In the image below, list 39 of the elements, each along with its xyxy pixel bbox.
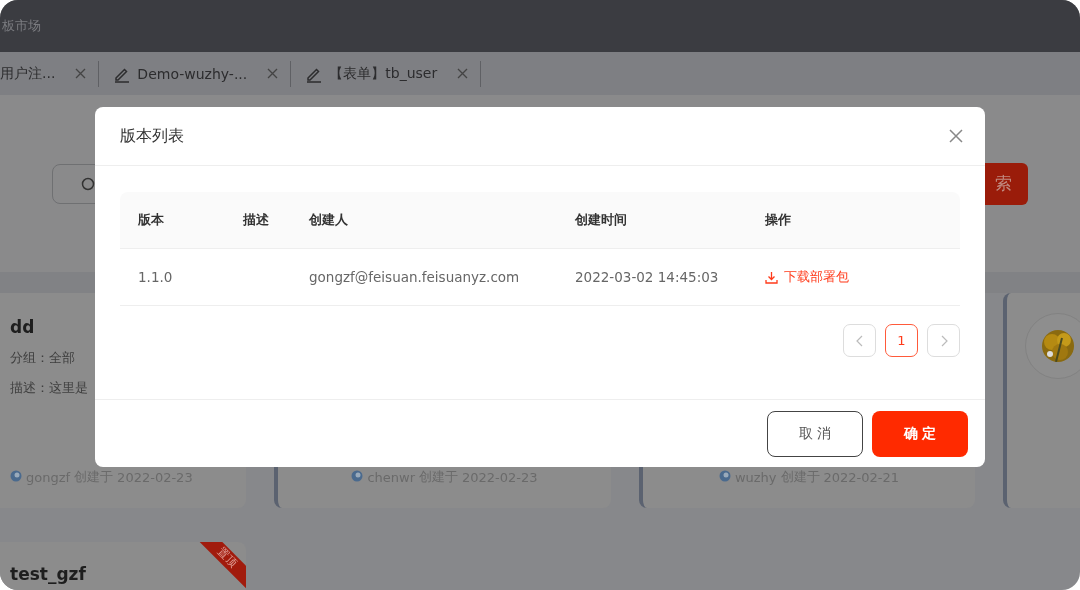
editor-tab[interactable]: Demo-wuzhy-... [99, 60, 292, 87]
table-cell: 2022-03-02 14:45:03 [557, 249, 747, 306]
table-cell: gongzf@feisuan.feisuanyz.com [291, 249, 557, 306]
column-header: 版本 [120, 192, 225, 249]
chevron-right-icon [939, 334, 948, 347]
chevron-left-icon [855, 334, 864, 347]
app-title: 板市场 [2, 17, 41, 35]
table-cell: 1.1.0 [120, 249, 225, 306]
close-icon[interactable] [75, 67, 87, 79]
column-header: 描述 [225, 192, 291, 249]
editor-tab[interactable]: 【表单】tb_user [291, 60, 482, 87]
column-header: 操作 [747, 192, 960, 249]
tab-label: 【表单】tb_user [329, 64, 438, 83]
editor-tab[interactable]: 用户注... [0, 60, 100, 87]
column-header: 创建人 [291, 192, 557, 249]
card-description: 描述：这里是 [10, 379, 89, 397]
confirm-button[interactable]: 确 定 [872, 410, 968, 457]
close-button[interactable] [949, 129, 963, 143]
download-link[interactable]: 下载部署包 [765, 268, 849, 286]
previous-page-button[interactable] [843, 324, 876, 357]
template-card[interactable]: test_gzf 置顶 [0, 542, 246, 590]
card-title: dd [10, 317, 36, 337]
tab-label: Demo-wuzhy-... [137, 65, 248, 82]
dialog-title: 版本列表 [120, 125, 184, 147]
page-button[interactable]: 1 [885, 324, 918, 357]
download-icon [765, 270, 778, 284]
user-icon [10, 470, 22, 484]
card-group: 分组：全部 [10, 349, 230, 367]
user-icon [351, 470, 364, 484]
user-icon [718, 470, 731, 484]
column-header: 创建时间 [557, 192, 747, 249]
cancel-button[interactable]: 取 消 [767, 410, 863, 457]
card-title: test_gzf [10, 564, 86, 584]
search-icon [81, 176, 95, 191]
close-icon[interactable] [267, 67, 279, 79]
close-icon[interactable] [457, 67, 469, 79]
tab-label: 用户注... [0, 64, 56, 83]
close-icon [949, 129, 963, 143]
next-page-button[interactable] [927, 324, 960, 357]
